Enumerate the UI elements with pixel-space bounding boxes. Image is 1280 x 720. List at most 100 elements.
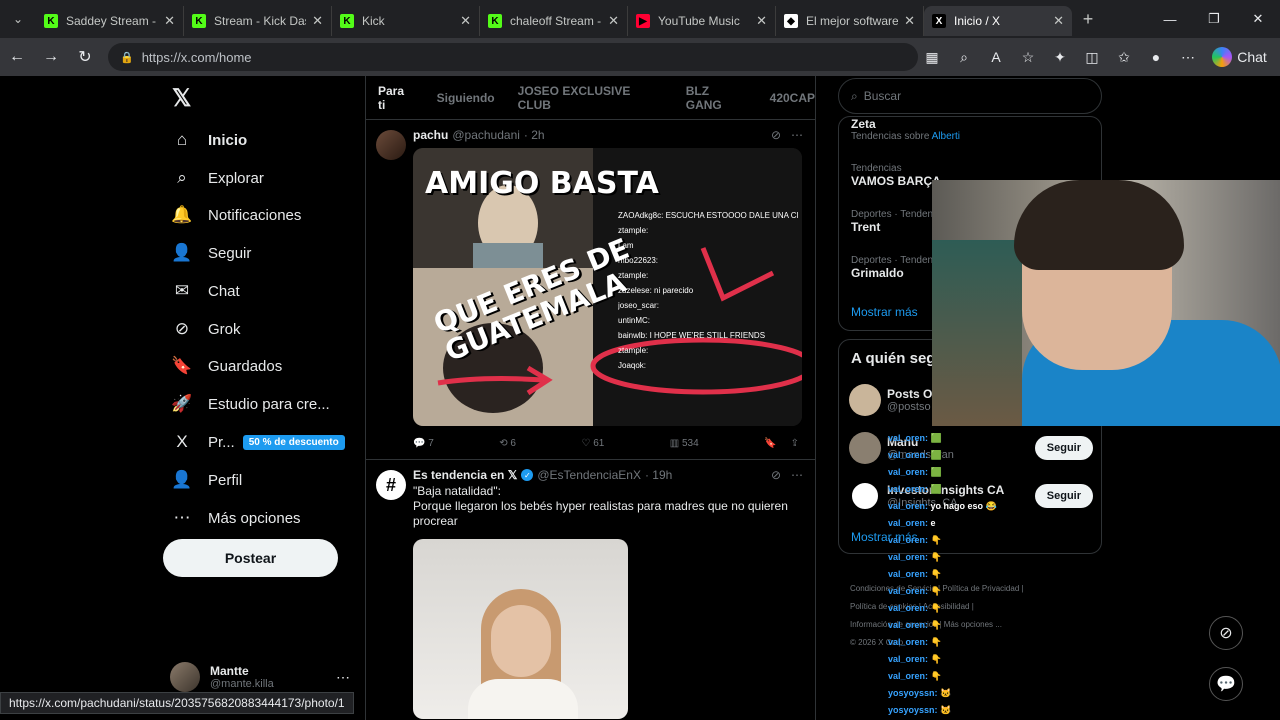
grok-icon[interactable]: ⊘ — [1209, 616, 1243, 650]
close-tab-icon[interactable]: ✕ — [460, 13, 471, 29]
feed-tab[interactable]: Para ti — [378, 84, 414, 112]
nav-item-grok[interactable]: ⊘ Grok — [172, 313, 241, 345]
new-tab-button[interactable]: + — [1072, 9, 1104, 30]
tweet[interactable]: # Es tendencia en 𝕏 ✓ @EsTendenciaEnX · … — [366, 460, 815, 720]
nav-item-m-s-opciones[interactable]: ⋯ Más opciones — [172, 502, 301, 534]
nav-item-label: Pr... — [208, 433, 235, 451]
nav-item-perfil[interactable]: 👤 Perfil — [171, 464, 242, 496]
nav-item-notificaciones[interactable]: 🔔 Notificaciones — [171, 199, 301, 231]
close-window-button[interactable]: ✕ — [1236, 0, 1280, 38]
account-switcher[interactable]: Mantte @mante.killa ⋯ — [170, 662, 350, 692]
browser-tab[interactable]: K Saddey Stream - W ✕ — [36, 6, 184, 36]
x-logo-icon[interactable]: 𝕏 — [172, 84, 191, 113]
favorite-star-icon[interactable]: ☆ — [1014, 43, 1042, 71]
nav-item-guardados[interactable]: 🔖 Guardados — [171, 350, 282, 382]
tweet-time[interactable]: · 19h — [645, 468, 672, 482]
nav-item-estudio-para-cre-[interactable]: 🚀 Estudio para cre... — [171, 388, 329, 420]
tweet-avatar[interactable]: # — [376, 470, 406, 500]
tweet-avatar[interactable] — [376, 130, 406, 160]
avatar — [849, 384, 881, 416]
chat-username: val_oren: — [888, 433, 929, 443]
grok-icon[interactable]: ⊘ — [771, 128, 781, 142]
tweet-author-handle[interactable]: @pachudani — [452, 128, 520, 142]
zoom-icon[interactable]: ⌕ — [950, 43, 978, 71]
nav-item-pr-[interactable]: X Pr... 50 % de descuento — [172, 426, 345, 458]
views-button[interactable]: ▥ 534 — [670, 438, 699, 449]
share-icon[interactable]: ⇪ — [791, 438, 799, 449]
browser-menu-icon[interactable]: ⋯ — [1174, 43, 1202, 71]
tweet-time[interactable]: · 2h — [524, 128, 545, 142]
tweet-author-name[interactable]: Es tendencia en 𝕏 — [413, 468, 517, 482]
chat-text: 👇 — [930, 654, 942, 664]
close-tab-icon[interactable]: ✕ — [608, 13, 619, 29]
chat-message: val_oren: 🟩 — [888, 481, 1008, 498]
chat-message: val_oren: 👇 — [888, 617, 1008, 634]
minimize-button[interactable]: — — [1148, 0, 1192, 38]
maximize-button[interactable]: ❐ — [1192, 0, 1236, 38]
tweet-image[interactable]: AMIGO BASTA QUE ERES DE GUATEMALA ZAOAdk… — [413, 148, 802, 426]
image-chat-line: ztample: — [618, 226, 649, 235]
favorites-icon[interactable]: ✩ — [1110, 43, 1138, 71]
chat-text: 👇 — [930, 569, 942, 579]
chat-username: val_oren: — [888, 450, 929, 460]
browser-tab[interactable]: K Stream - Kick Dashb ✕ — [184, 6, 332, 36]
close-tab-icon[interactable]: ✕ — [1053, 13, 1064, 29]
search-input[interactable]: ⌕ Buscar — [838, 78, 1102, 114]
close-tab-icon[interactable]: ✕ — [756, 13, 767, 29]
chat-username: val_oren: — [888, 467, 929, 477]
nav-item-inicio[interactable]: ⌂ Inicio — [172, 124, 247, 156]
nav-item-label: Inicio — [208, 131, 248, 149]
more-icon[interactable]: ⋯ — [791, 128, 803, 142]
back-button[interactable]: ← — [0, 48, 34, 66]
more-icon[interactable]: ⋯ — [791, 468, 803, 482]
nav-item-seguir[interactable]: 👤 Seguir — [171, 237, 251, 269]
forward-button[interactable]: → — [34, 48, 68, 66]
browser-tab[interactable]: ◆ El mejor software p ✕ — [776, 6, 924, 36]
repost-button[interactable]: ⟲ 6 — [499, 438, 516, 449]
split-screen-icon[interactable]: ◫ — [1078, 43, 1106, 71]
extensions-icon[interactable]: ✦ — [1046, 43, 1074, 71]
feed-tab[interactable]: BLZ GANG — [686, 84, 747, 112]
feed-tab[interactable]: JOSEO EXCLUSIVE CLUB — [518, 84, 663, 112]
browser-tab-bar: ⌄ K Saddey Stream - W ✕ K Stream - Kick Dash… — [0, 0, 1280, 38]
feed-tab[interactable]: Siguiendo — [437, 91, 495, 105]
chat-username: val_oren: — [888, 484, 929, 494]
like-button[interactable]: ♡ 61 — [581, 438, 604, 449]
show-more-link[interactable]: Mostrar más — [851, 305, 918, 319]
grok-icon[interactable]: ⊘ — [771, 468, 781, 482]
tweet-author-handle[interactable]: @EsTendenciaEnX — [537, 468, 641, 482]
browser-tab[interactable]: Kchaleoff Stream - V ✕ — [480, 6, 628, 36]
profile-avatar-icon[interactable]: ● — [1142, 43, 1170, 71]
browser-tab[interactable]: K Kick ✕ — [332, 6, 480, 36]
follow-button[interactable]: Seguir — [1034, 484, 1093, 508]
bookmark-icon[interactable]: 🔖 — [764, 438, 776, 449]
apps-icon[interactable]: ▦ — [918, 43, 946, 71]
copilot-chat-button[interactable]: Chat — [1206, 43, 1272, 71]
nav-item-chat[interactable]: ✉ Chat — [172, 275, 240, 307]
close-tab-icon[interactable]: ✕ — [164, 13, 175, 29]
address-bar[interactable]: 🔒 https://x.com/home — [108, 43, 918, 71]
tab-search-dropdown[interactable]: ⌄ — [0, 0, 36, 38]
close-tab-icon[interactable]: ✕ — [312, 13, 323, 29]
tweet[interactable]: pachu @pachudani · 2h ⊘ ⋯ AMIGO BASTA QU… — [366, 120, 815, 460]
messages-icon[interactable]: 💬 — [1209, 667, 1243, 701]
feed-tab[interactable]: 420CAP — [770, 91, 815, 105]
tweet-image[interactable] — [413, 539, 628, 719]
browser-tab[interactable]: X Inicio / X ✕ — [924, 6, 1072, 36]
browser-tab[interactable]: ▶ YouTube Music ✕ — [628, 6, 776, 36]
promo-badge[interactable]: 50 % de descuento — [242, 434, 345, 450]
post-button[interactable]: Postear — [163, 539, 338, 577]
reload-button[interactable]: ↻ — [68, 47, 102, 67]
reply-button[interactable]: 💬 7 — [413, 438, 434, 449]
close-tab-icon[interactable]: ✕ — [904, 13, 915, 29]
trend-item[interactable]: Tendencias VAMOS BARÇA — [851, 163, 941, 188]
tab-favicon-icon: K — [340, 14, 354, 28]
site-info-icon[interactable]: 🔒 — [120, 51, 134, 64]
trend-item[interactable]: Zeta Tendencias sobre Alberti — [851, 117, 960, 142]
tweet-author-name[interactable]: pachu — [413, 128, 448, 142]
more-icon[interactable]: ⋯ — [336, 669, 350, 686]
tab-title: chaleoff Stream - V — [510, 14, 602, 28]
read-aloud-icon[interactable]: A — [982, 43, 1010, 71]
nav-item-explorar[interactable]: ⌕ Explorar — [172, 162, 264, 194]
follow-button[interactable]: Seguir — [1034, 436, 1093, 460]
